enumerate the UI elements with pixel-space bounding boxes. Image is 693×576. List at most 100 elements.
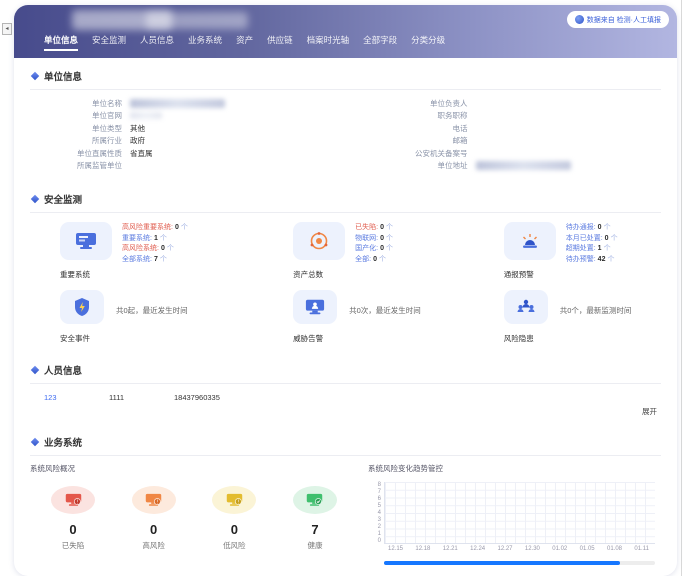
card-label: 威胁告警: [293, 333, 323, 344]
person-name-link[interactable]: 123: [44, 393, 109, 402]
page-right-border: [681, 0, 682, 576]
section-title-security-monitor: 安全监测: [30, 181, 661, 212]
card-threat-alerts: 威胁告警 共0次，最近发生时间: [263, 290, 486, 344]
card-label: 通报预警: [504, 269, 534, 280]
stat-high-risk: ! 0 高风险: [123, 486, 185, 551]
card-notify-warning: 通报预警 待办通报0个 本月已处置0个 超期处置1个 待办预警42个: [486, 218, 661, 284]
event-summary: 共0次，最近发生时间: [349, 305, 421, 316]
business-systems-heading: 业务系统: [44, 435, 82, 449]
x-tick-label: 01.11: [634, 546, 649, 552]
stat-value: 0: [123, 522, 185, 537]
redacted-value: [130, 112, 162, 119]
personnel-heading: 人员信息: [44, 363, 82, 377]
monitor-icon: [60, 222, 112, 260]
monitor-alert-icon: [293, 290, 337, 324]
people-rank-icon: [504, 290, 548, 324]
data-source-button[interactable]: 数据来自 检测·人工填报: [567, 11, 669, 28]
tab-security-monitor[interactable]: 安全监测: [92, 34, 126, 51]
unit-info-heading: 单位信息: [44, 69, 82, 83]
chart-plot-area: [384, 482, 655, 544]
field-label: 单位类型: [30, 123, 130, 134]
diamond-icon: [31, 195, 39, 203]
chart-x-ticks: 12.1512.1812.2112.2412.2712.3001.0201.05…: [384, 544, 655, 552]
tab-supply-chain[interactable]: 供应链: [267, 34, 293, 51]
unit-info-form: 单位名称 单位官网 单位类型其他 所属行业政府 单位直属性质省直属 所属监管单位…: [30, 90, 661, 181]
section-title-unit-info: 单位信息: [30, 58, 661, 89]
tab-all-fields[interactable]: 全部字段: [363, 34, 397, 51]
page: ◂ 数据来自 检测·人工填报 单位信息 安全监测 人员信息 业务系统 资产 供应…: [0, 0, 693, 576]
tab-business-systems[interactable]: 业务系统: [188, 34, 222, 51]
risk-overview: 系统风险概况 ! 0 已失陷 !: [30, 460, 360, 565]
field-label: 所属监管单位: [30, 160, 130, 171]
radar-icon: [293, 222, 345, 260]
redacted-value: [130, 99, 225, 108]
field-label: 单位直属性质: [30, 148, 130, 159]
chart-scrollbar-track: [384, 561, 655, 565]
person-dept: 1111: [109, 393, 174, 402]
y-tick-label: 1: [368, 531, 381, 537]
x-tick-label: 01.02: [552, 546, 567, 552]
security-monitor-heading: 安全监测: [44, 192, 82, 206]
monitor-risk-icon: !: [132, 486, 176, 514]
person-phone: 18437960335: [174, 393, 239, 402]
redacted-value: [476, 161, 571, 170]
business-systems-panel: 系统风险概况 ! 0 已失陷 !: [30, 456, 661, 565]
risk-trend-title: 系统风险变化趋势管控: [368, 460, 655, 480]
y-tick-label: 0: [368, 538, 381, 544]
field-label: 单位官网: [30, 110, 130, 121]
y-tick-label: 8: [368, 482, 381, 488]
collapse-arrow-button[interactable]: ◂: [2, 23, 12, 35]
risk-overview-title: 系统风险概况: [30, 460, 360, 480]
shield-icon: [60, 290, 104, 324]
expand-toggle[interactable]: 展开: [30, 403, 661, 424]
y-tick-label: 5: [368, 503, 381, 509]
tab-archive-timeline[interactable]: 档案时光轴: [307, 34, 350, 51]
section-title-business-systems: 业务系统: [30, 424, 661, 455]
chart-scrollbar-thumb[interactable]: [384, 561, 620, 565]
x-tick-label: 01.05: [580, 546, 595, 552]
stat-value: 7: [284, 522, 346, 537]
tab-classification[interactable]: 分类分级: [411, 34, 445, 51]
redacted-org-name-2: [146, 12, 248, 29]
field-value: 省直属: [130, 148, 153, 159]
tab-personnel-info[interactable]: 人员信息: [140, 34, 174, 51]
main-card: 数据来自 检测·人工填报 单位信息 安全监测 人员信息 业务系统 资产 供应链 …: [14, 5, 677, 576]
x-tick-label: 12.15: [388, 546, 403, 552]
y-tick-label: 2: [368, 524, 381, 530]
stat-value: 0: [42, 522, 104, 537]
stat-label: 已失陷: [42, 540, 104, 551]
event-summary: 共0起，最近发生时间: [116, 305, 188, 316]
card-stats: 已失陷0个 物联网0个 国产化0个 全部0个: [355, 222, 393, 280]
x-tick-label: 01.08: [607, 546, 622, 552]
field-label: 单位负责人: [346, 98, 476, 109]
diamond-icon: [31, 438, 39, 446]
event-summary: 共0个，最新监测时间: [560, 305, 632, 316]
y-tick-label: 6: [368, 496, 381, 502]
field-label: 单位地址: [346, 160, 476, 171]
tab-unit-info[interactable]: 单位信息: [44, 34, 78, 51]
card-stats: 高风险重要系统0个 重要系统1个 高风险系统0个 全部系统7个: [122, 222, 188, 280]
card-asset-total: 资产总数 已失陷0个 物联网0个 国产化0个 全部0个: [263, 218, 486, 284]
diamond-icon: [31, 72, 39, 80]
card-label: 风险隐患: [504, 333, 534, 344]
stat-low-risk: ! 0 低风险: [203, 486, 265, 551]
card-label: 安全事件: [60, 333, 90, 344]
y-tick-label: 7: [368, 489, 381, 495]
stat-label: 健康: [284, 540, 346, 551]
tab-assets[interactable]: 资产: [236, 34, 253, 51]
y-tick-label: 4: [368, 510, 381, 516]
field-label: 单位名称: [30, 98, 130, 109]
field-label: 电话: [346, 123, 476, 134]
field-label: 公安机关备案号: [346, 148, 476, 159]
field-label: 邮箱: [346, 135, 476, 146]
y-tick-label: 3: [368, 517, 381, 523]
card-security-events: 安全事件 共0起，最近发生时间: [30, 290, 263, 344]
field-value: 政府: [130, 135, 145, 146]
card-label: 重要系统: [60, 269, 90, 280]
nav-tabs: 单位信息 安全监测 人员信息 业务系统 资产 供应链 档案时光轴 全部字段 分类…: [44, 34, 445, 51]
x-tick-label: 12.24: [470, 546, 485, 552]
stat-value: 0: [203, 522, 265, 537]
stat-label: 高风险: [123, 540, 185, 551]
monitor-healthy-icon: [293, 486, 337, 514]
x-tick-label: 12.21: [443, 546, 458, 552]
